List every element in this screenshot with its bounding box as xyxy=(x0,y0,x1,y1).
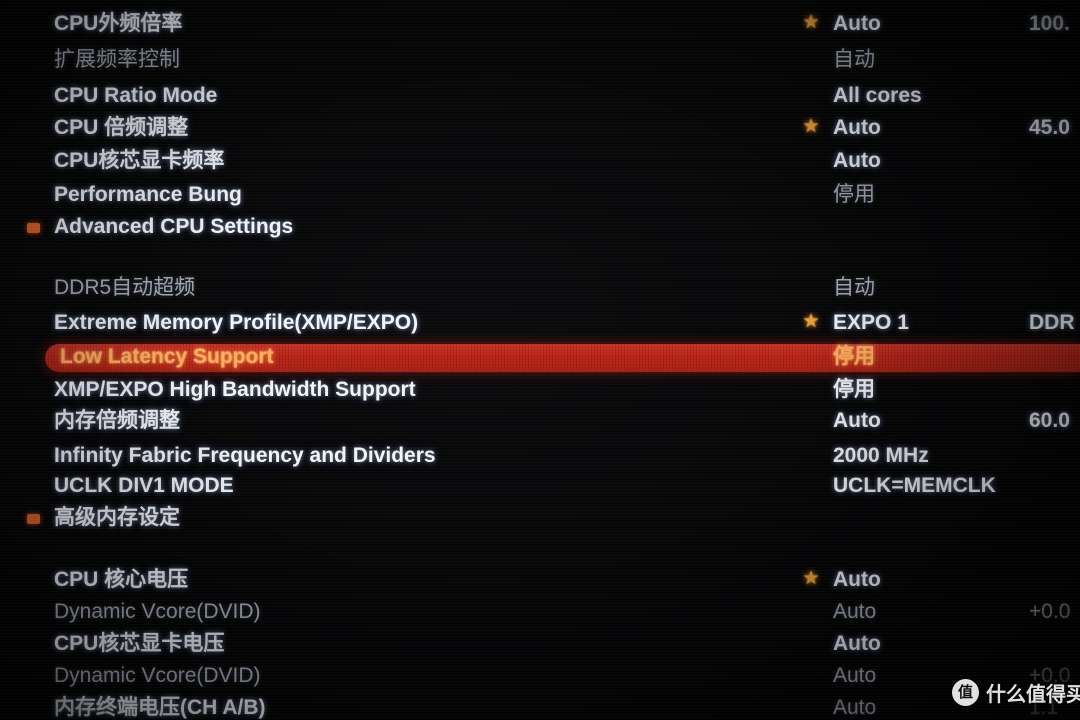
setting-secondary-value: DDR xyxy=(1029,311,1075,334)
setting-row[interactable]: ★ CPU 倍频调整 Auto 45.0 xyxy=(0,112,1080,144)
setting-value[interactable]: Auto xyxy=(833,112,881,144)
setting-label: Dynamic Vcore(DVID) xyxy=(54,600,261,623)
setting-row[interactable]: ★ CPU外频倍率 Auto 100. xyxy=(0,8,1080,40)
setting-value[interactable]: 停用 xyxy=(833,179,875,211)
setting-row[interactable]: ★ CPU 核心电压 Auto xyxy=(0,564,1080,596)
setting-value[interactable]: 停用 xyxy=(833,341,875,373)
setting-value[interactable]: EXPO 1 xyxy=(833,307,909,339)
setting-row[interactable]: CPU Ratio Mode All cores xyxy=(0,80,1080,112)
watermark-badge-icon: 值 xyxy=(952,679,979,706)
setting-label: Infinity Fabric Frequency and Dividers xyxy=(54,444,436,467)
submenu-bullet-icon xyxy=(27,514,40,524)
setting-value[interactable]: Auto xyxy=(833,596,876,628)
setting-row[interactable]: Advanced CPU Settings xyxy=(0,211,1080,243)
setting-row[interactable]: Infinity Fabric Frequency and Dividers 20… xyxy=(0,440,1080,472)
setting-label: 扩展频率控制 xyxy=(54,48,180,71)
setting-row[interactable]: Dynamic Vcore(DVID) Auto +0.0 xyxy=(0,660,1080,692)
setting-label: DDR5自动超频 xyxy=(54,276,196,299)
submenu-bullet-icon xyxy=(27,223,40,233)
setting-label: CPU外频倍率 xyxy=(54,12,183,35)
setting-value[interactable]: Auto xyxy=(833,564,881,596)
setting-label: Dynamic Vcore(DVID) xyxy=(54,664,261,687)
setting-value[interactable]: Auto xyxy=(833,145,881,177)
favorite-star-icon[interactable]: ★ xyxy=(801,312,821,332)
setting-value[interactable]: 停用 xyxy=(833,374,875,406)
setting-label: Advanced CPU Settings xyxy=(54,215,294,238)
setting-row[interactable]: UCLK DIV1 MODE UCLK=MEMCLK xyxy=(0,470,1080,502)
setting-row[interactable]: Performance Bung 停用 xyxy=(0,179,1080,211)
setting-value[interactable]: 2000 MHz xyxy=(833,440,929,472)
watermark-label: 什么值得买 xyxy=(986,684,1080,706)
setting-label: Low Latency Support xyxy=(60,345,274,368)
setting-row[interactable]: 内存倍频调整 Auto 60.0 xyxy=(0,405,1080,437)
setting-value[interactable]: Auto xyxy=(833,628,881,660)
setting-secondary-value: 100. xyxy=(1029,12,1070,35)
setting-value[interactable]: Auto xyxy=(833,405,881,437)
setting-label: CPU核芯显卡频率 xyxy=(54,149,225,172)
favorite-star-icon[interactable]: ★ xyxy=(801,117,821,137)
bios-setup-screen: ★ CPU外频倍率 Auto 100. 扩展频率控制 自动 CPU Ratio Mode Al… xyxy=(0,0,1080,720)
setting-secondary-value: 45.0 xyxy=(1029,116,1070,139)
setting-value[interactable]: Auto xyxy=(833,660,876,692)
setting-value[interactable]: 自动 xyxy=(833,44,875,76)
setting-value[interactable]: All cores xyxy=(833,80,922,112)
setting-label: 高级内存设定 xyxy=(54,506,180,529)
setting-row[interactable]: CPU核芯显卡频率 Auto xyxy=(0,145,1080,177)
setting-label: CPU Ratio Mode xyxy=(54,84,218,107)
setting-row[interactable]: 高级内存设定 xyxy=(0,502,1080,534)
setting-value[interactable]: Auto xyxy=(833,8,881,40)
setting-row[interactable]: ★ Extreme Memory Profile(XMP/EXPO) EXPO 1 D… xyxy=(0,307,1080,339)
setting-row[interactable]: DDR5自动超频 自动 xyxy=(0,272,1080,304)
setting-label: UCLK DIV1 MODE xyxy=(54,474,234,497)
setting-value[interactable]: 自动 xyxy=(833,272,875,304)
setting-label: CPU核芯显卡电压 xyxy=(54,632,225,655)
setting-secondary-value: +0.0 xyxy=(1029,600,1071,623)
setting-label: 内存终端电压(CH A/B) xyxy=(54,696,266,719)
setting-row[interactable]: XMP/EXPO High Bandwidth Support 停用 xyxy=(0,374,1080,406)
setting-label: XMP/EXPO High Bandwidth Support xyxy=(54,378,416,401)
setting-row[interactable]: CPU核芯显卡电压 Auto xyxy=(0,628,1080,660)
favorite-star-icon[interactable]: ★ xyxy=(801,569,821,589)
setting-row[interactable]: 扩展频率控制 自动 xyxy=(0,44,1080,76)
setting-secondary-value: 60.0 xyxy=(1029,409,1070,432)
setting-row[interactable]: Low Latency Support 停用 xyxy=(0,341,1080,373)
setting-row[interactable]: Dynamic Vcore(DVID) Auto +0.0 xyxy=(0,596,1080,628)
favorite-star-icon[interactable]: ★ xyxy=(801,13,821,33)
watermark: 值 什么值得买 xyxy=(952,678,1080,707)
setting-label: CPU 核心电压 xyxy=(54,568,189,591)
setting-row[interactable]: 内存终端电压(CH A/B) Auto 1.1 xyxy=(0,692,1080,720)
setting-label: CPU 倍频调整 xyxy=(54,116,189,139)
setting-label: Extreme Memory Profile(XMP/EXPO) xyxy=(54,311,419,334)
setting-label: 内存倍频调整 xyxy=(54,409,180,432)
setting-label: Performance Bung xyxy=(54,183,242,206)
setting-value[interactable]: UCLK=MEMCLK xyxy=(833,470,996,502)
setting-value[interactable]: Auto xyxy=(833,692,876,720)
